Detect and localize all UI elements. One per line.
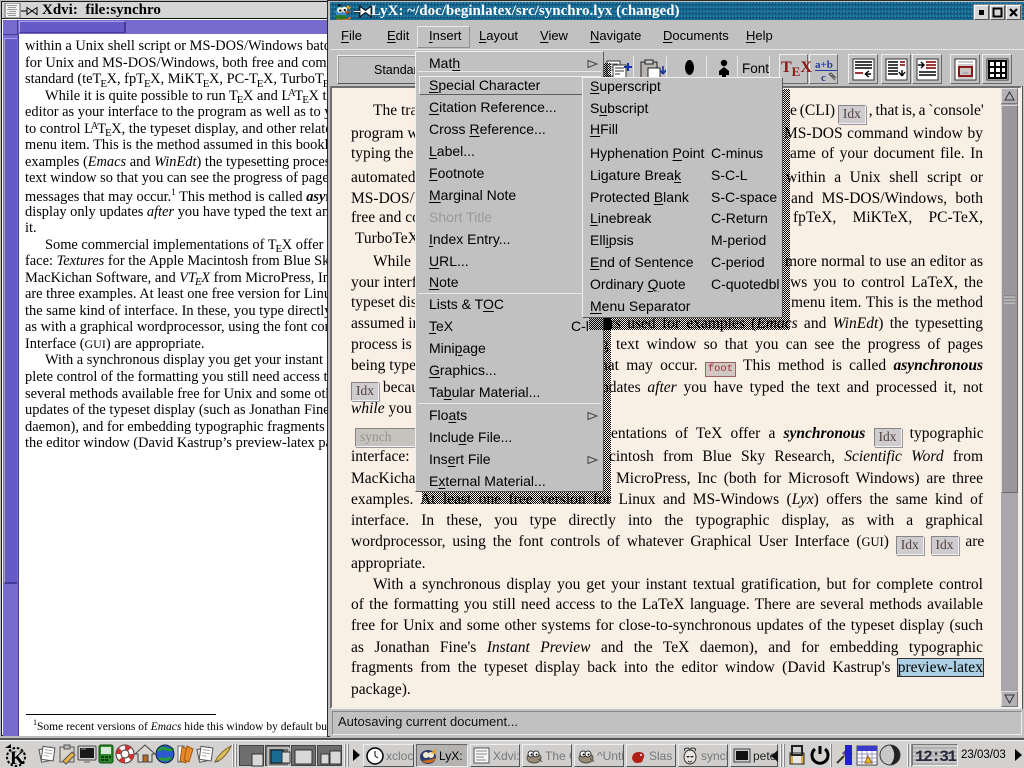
svg-text:K: K: [10, 748, 25, 768]
svg-text:a+b: a+b: [815, 59, 833, 71]
svg-text:c: c: [821, 72, 826, 83]
